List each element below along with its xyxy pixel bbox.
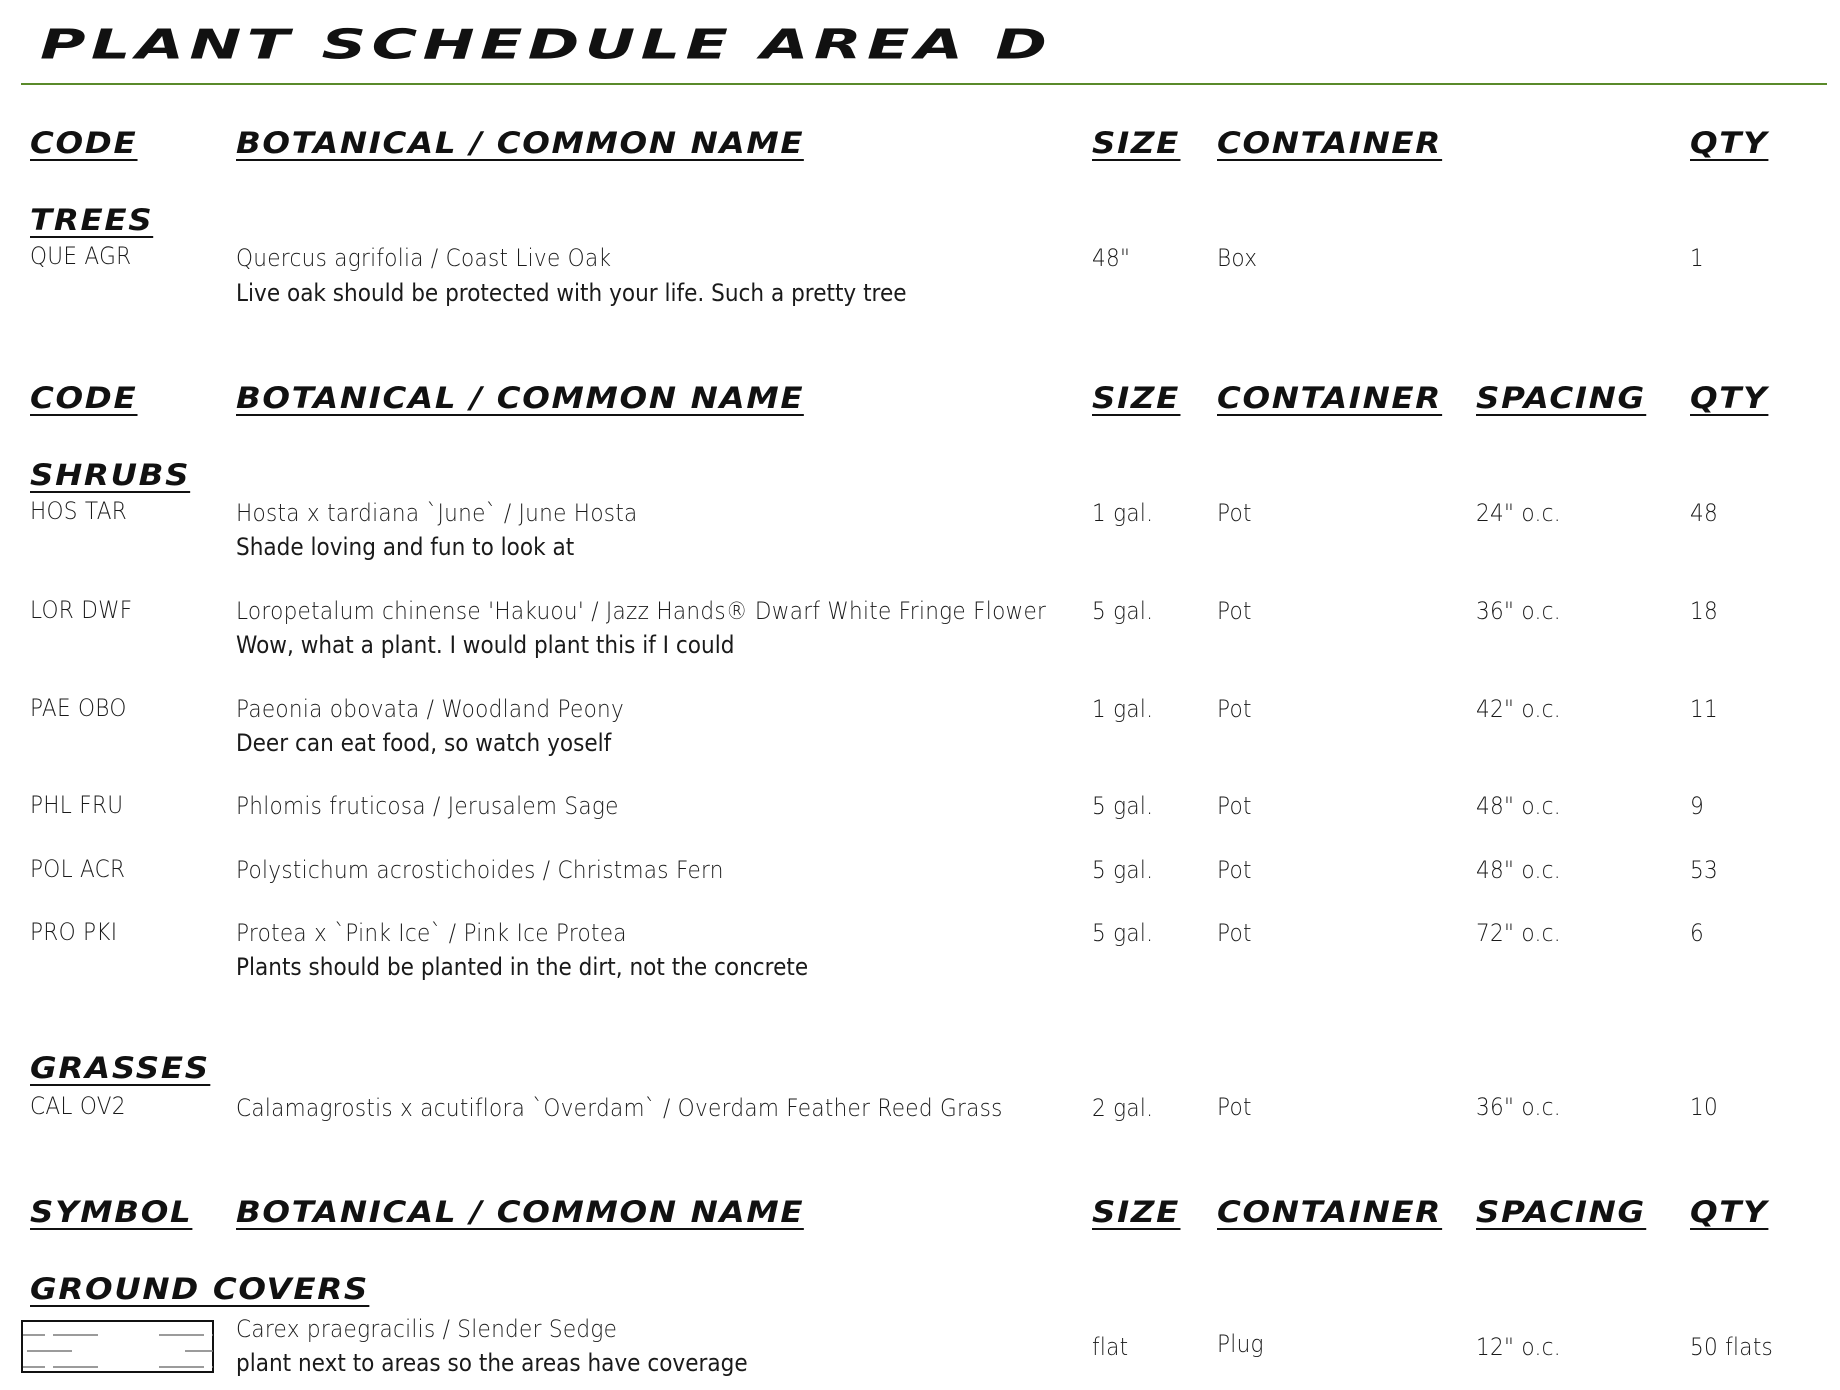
title-divider — [21, 83, 1827, 85]
plant-name: Protea x `Pink Ice` / Pink Ice Protea — [236, 919, 627, 947]
plant-code: PRO PKI — [30, 918, 118, 946]
header-name: Botanical / Common Name — [236, 126, 805, 161]
plant-name: Calamagrostis x acutiflora `Overdam` / O… — [236, 1094, 1003, 1122]
plant-qty: 11 — [1690, 695, 1719, 723]
plant-container: Plug — [1217, 1330, 1264, 1358]
plant-name: Carex praegracilis / Slender Sedge — [236, 1315, 618, 1343]
plant-qty: 53 — [1690, 856, 1719, 884]
header-qty: Qty — [1690, 126, 1769, 161]
plant-qty: 9 — [1690, 792, 1705, 820]
plant-note: Wow, what a plant. I would plant this if… — [236, 631, 735, 659]
header-code: Code — [30, 381, 138, 416]
plant-qty: 18 — [1690, 597, 1719, 625]
plant-code: LOR DWF — [30, 596, 133, 624]
plant-container: Pot — [1217, 1093, 1252, 1121]
plant-note: Live oak should be protected with your l… — [236, 279, 907, 307]
plant-container: Pot — [1217, 597, 1252, 625]
plant-note: Plants should be planted in the dirt, no… — [236, 953, 809, 981]
header-name: Botanical / Common Name — [236, 1195, 805, 1230]
header-size: Size — [1092, 1195, 1180, 1230]
header-spacing: Spacing — [1476, 381, 1646, 416]
plant-name: Polystichum acrostichoides / Christmas F… — [236, 856, 724, 884]
header-symbol: Symbol — [30, 1195, 193, 1230]
plant-name: Quercus agrifolia / Coast Live Oak — [236, 244, 612, 272]
plant-size: 5 gal. — [1092, 597, 1154, 625]
header-container: Container — [1217, 1195, 1442, 1230]
plant-size: flat — [1092, 1333, 1129, 1361]
plant-spacing: 36" o.c. — [1476, 597, 1561, 625]
header-name: Botanical / Common Name — [236, 381, 805, 416]
plant-container: Pot — [1217, 499, 1252, 527]
plant-name: Loropetalum chinense 'Hakuou' / Jazz Han… — [236, 597, 1047, 625]
plant-spacing: 12" o.c. — [1476, 1333, 1561, 1361]
plant-note: Deer can eat food, so watch yoself — [236, 729, 612, 757]
plant-qty: 48 — [1690, 499, 1719, 527]
page-title: Plant Schedule Area D — [40, 20, 1053, 69]
plant-qty: 10 — [1690, 1093, 1719, 1121]
plant-spacing: 72" o.c. — [1476, 919, 1561, 947]
header-spacing: Spacing — [1476, 1195, 1646, 1230]
plant-container: Pot — [1217, 919, 1252, 947]
category-trees: Trees — [30, 203, 154, 238]
header-size: Size — [1092, 381, 1180, 416]
header-container: Container — [1217, 126, 1442, 161]
plant-code: PHL FRU — [30, 791, 124, 819]
plant-code: POL ACR — [30, 855, 126, 883]
plant-container: Box — [1217, 244, 1258, 272]
plant-spacing: 42" o.c. — [1476, 695, 1561, 723]
plant-name: Paeonia obovata / Woodland Peony — [236, 695, 625, 723]
plant-qty: 50 flats — [1690, 1333, 1774, 1361]
plant-code: HOS TAR — [30, 497, 128, 525]
category-shrubs: Shrubs — [30, 458, 191, 493]
plant-note: plant next to areas so the areas have co… — [236, 1349, 748, 1377]
plant-name: Phlomis fruticosa / Jerusalem Sage — [236, 792, 619, 820]
plant-spacing: 48" o.c. — [1476, 792, 1561, 820]
plant-size: 5 gal. — [1092, 856, 1154, 884]
plant-qty: 1 — [1690, 244, 1705, 272]
plant-spacing: 36" o.c. — [1476, 1093, 1561, 1121]
plant-container: Pot — [1217, 792, 1252, 820]
plant-code: CAL OV2 — [30, 1092, 126, 1120]
plant-container: Pot — [1217, 856, 1252, 884]
plant-code: QUE AGR — [30, 242, 132, 270]
plant-size: 5 gal. — [1092, 792, 1154, 820]
plant-qty: 6 — [1690, 919, 1705, 947]
plant-container: Pot — [1217, 695, 1252, 723]
header-size: Size — [1092, 126, 1180, 161]
header-code: Code — [30, 126, 138, 161]
header-qty: Qty — [1690, 381, 1769, 416]
plant-size: 48" — [1092, 244, 1131, 272]
plant-size: 5 gal. — [1092, 919, 1154, 947]
header-qty: Qty — [1690, 1195, 1769, 1230]
category-ground-covers: Ground Covers — [30, 1272, 369, 1307]
plant-size: 2 gal. — [1092, 1094, 1154, 1122]
plant-note: Shade loving and fun to look at — [236, 533, 575, 561]
header-container: Container — [1217, 381, 1442, 416]
plant-spacing: 48" o.c. — [1476, 856, 1561, 884]
plant-spacing: 24" o.c. — [1476, 499, 1561, 527]
plant-name: Hosta x tardiana `June` / June Hosta — [236, 499, 638, 527]
plant-code: PAE OBO — [30, 694, 127, 722]
hatch-pattern-symbol-icon — [21, 1320, 214, 1373]
plant-size: 1 gal. — [1092, 695, 1154, 723]
category-grasses: Grasses — [30, 1051, 210, 1086]
plant-size: 1 gal. — [1092, 499, 1154, 527]
